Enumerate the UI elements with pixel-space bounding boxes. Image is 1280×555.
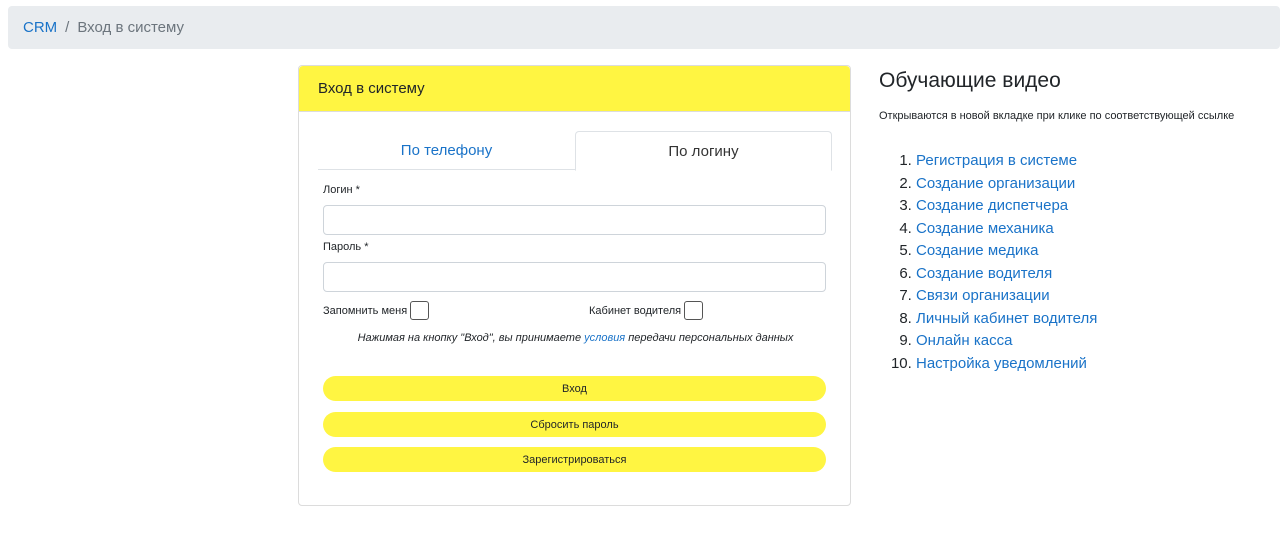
list-item: Создание водителя	[916, 263, 1279, 286]
video-link-create-organization[interactable]: Создание организации	[916, 175, 1075, 192]
login-tabs: По телефону По логину	[318, 131, 832, 171]
remember-me-row: Запомнить меня	[323, 301, 430, 320]
terms-notice-after: передачи персональных данных	[625, 332, 794, 344]
tab-by-login[interactable]: По логину	[575, 131, 832, 171]
video-link-registration[interactable]: Регистрация в системе	[916, 152, 1077, 169]
driver-cabinet-label: Кабинет водителя	[589, 304, 682, 317]
video-link-create-medic[interactable]: Создание медика	[916, 242, 1039, 259]
video-link-organization-links[interactable]: Связи организации	[916, 287, 1050, 304]
video-link-notification-settings[interactable]: Настройка уведомлений	[916, 355, 1087, 372]
list-item: Связи организации	[916, 285, 1279, 308]
training-videos: Обучающие видео Открываются в новой вкла…	[879, 65, 1279, 375]
remember-me-checkbox[interactable]	[410, 301, 430, 320]
list-item: Создание организации	[916, 173, 1279, 196]
video-link-driver-cabinet[interactable]: Личный кабинет водителя	[916, 310, 1097, 327]
register-button[interactable]: Зарегистрироваться	[323, 447, 826, 472]
video-link-create-dispatcher[interactable]: Создание диспетчера	[916, 197, 1068, 214]
list-item: Регистрация в системе	[916, 150, 1279, 173]
password-label: Пароль *	[323, 241, 369, 253]
tab-by-phone[interactable]: По телефону	[318, 131, 575, 170]
list-item: Создание медика	[916, 240, 1279, 263]
terms-notice-before: Нажимая на кнопку "Вход", вы принимаете	[357, 332, 585, 344]
driver-cabinet-checkbox[interactable]	[684, 301, 704, 320]
breadcrumb-root-link[interactable]: CRM	[23, 19, 57, 36]
reset-password-button[interactable]: Сбросить пароль	[323, 412, 826, 437]
list-item: Создание механика	[916, 218, 1279, 241]
list-item: Настройка уведомлений	[916, 353, 1279, 376]
login-input[interactable]	[323, 205, 826, 235]
breadcrumb-current: Вход в систему	[77, 19, 184, 36]
breadcrumb: CRM / Вход в систему	[8, 6, 1280, 49]
video-link-online-cashier[interactable]: Онлайн касса	[916, 332, 1012, 349]
terms-link[interactable]: условия	[584, 332, 625, 344]
login-label: Логин *	[323, 184, 360, 196]
list-item: Создание диспетчера	[916, 195, 1279, 218]
training-videos-subtitle: Открываются в новой вкладке при клике по…	[879, 110, 1235, 122]
video-link-create-driver[interactable]: Создание водителя	[916, 265, 1052, 282]
login-card-header: Вход в систему	[299, 66, 850, 112]
training-videos-title: Обучающие видео	[879, 69, 1061, 92]
training-videos-list: Регистрация в системе Создание организац…	[879, 150, 1279, 375]
terms-notice: Нажимая на кнопку "Вход", вы принимаете …	[299, 332, 852, 344]
driver-cabinet-row: Кабинет водителя	[589, 301, 704, 320]
breadcrumb-separator: /	[65, 19, 70, 36]
remember-me-label: Запомнить меня	[323, 304, 408, 317]
login-card: Вход в систему По телефону По логину Лог…	[298, 65, 851, 506]
list-item: Личный кабинет водителя	[916, 308, 1279, 331]
video-link-create-mechanic[interactable]: Создание механика	[916, 220, 1054, 237]
password-input[interactable]	[323, 262, 826, 292]
list-item: Онлайн касса	[916, 330, 1279, 353]
login-button[interactable]: Вход	[323, 376, 826, 401]
